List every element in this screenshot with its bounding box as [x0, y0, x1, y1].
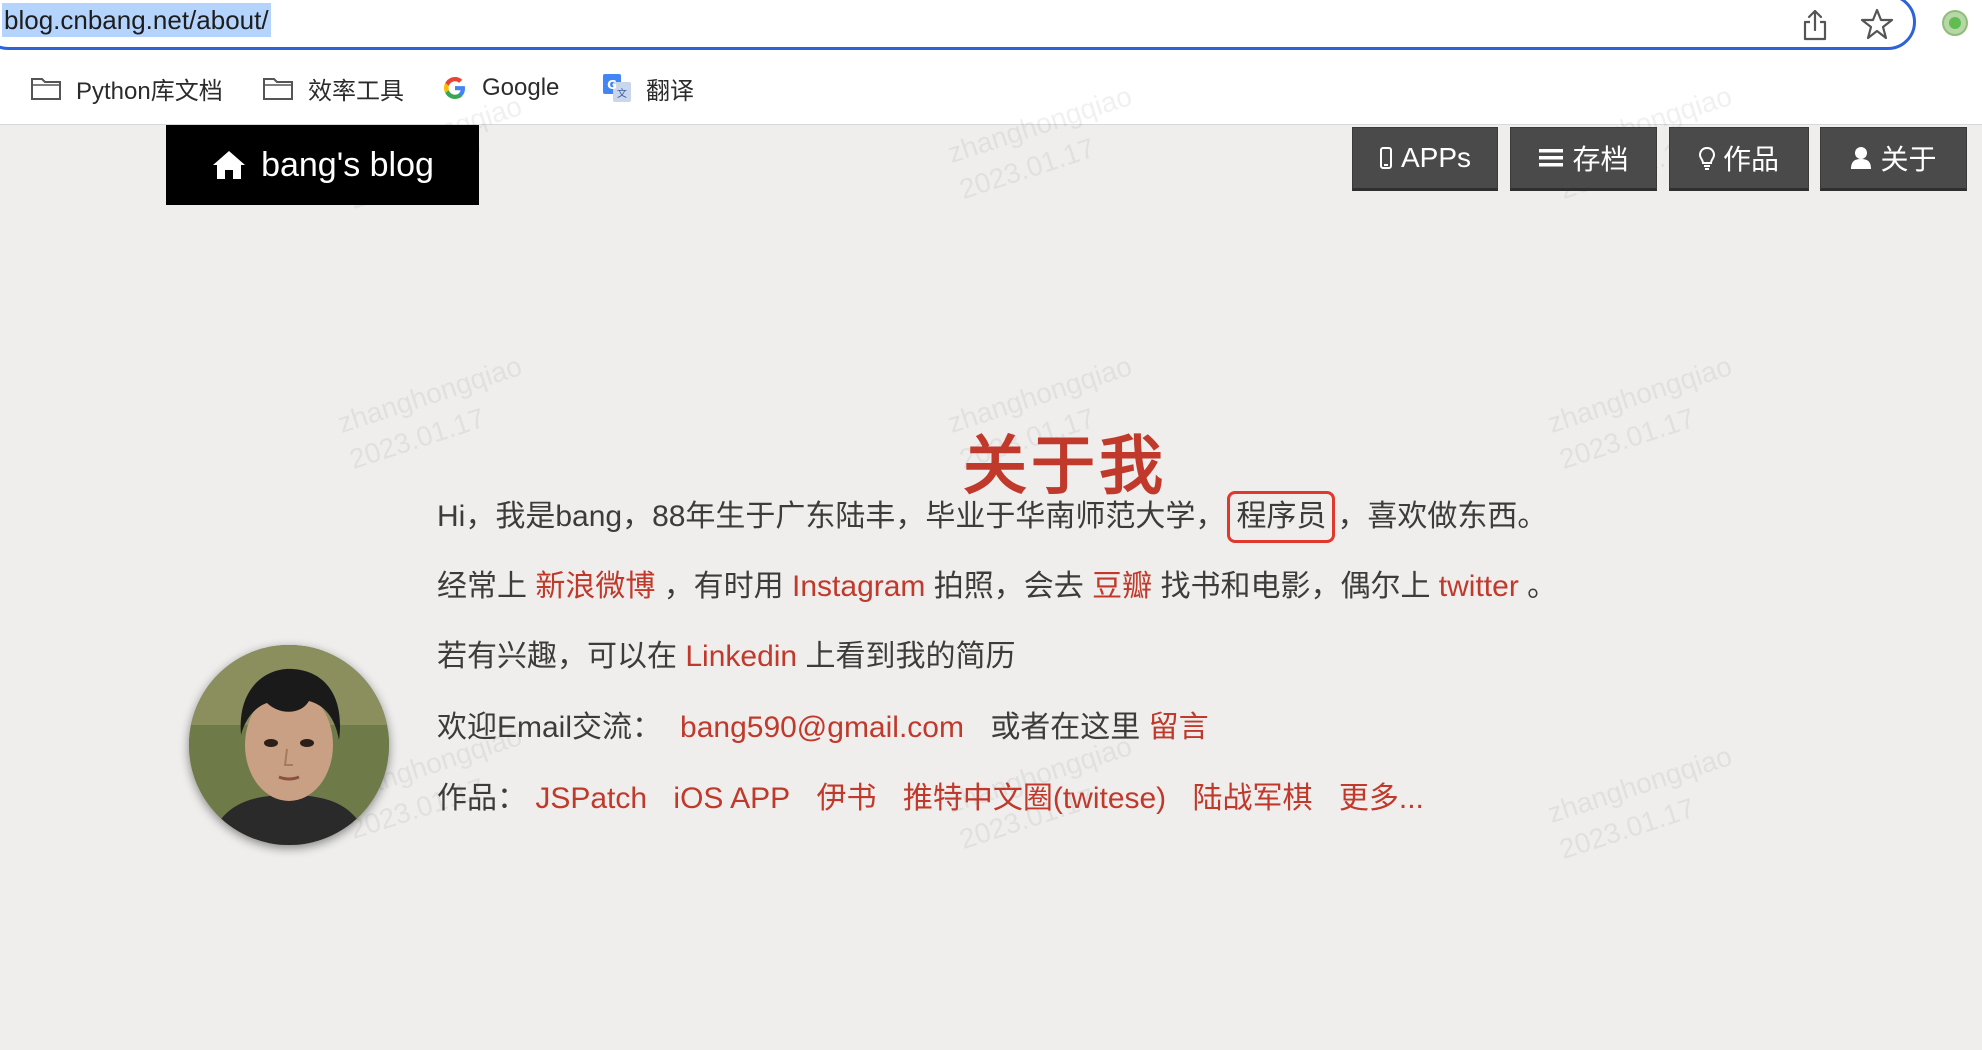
nav-works-label: 作品 — [1722, 144, 1779, 175]
work-link-jspatch[interactable]: JSPatch — [535, 782, 647, 815]
user-icon — [1851, 147, 1872, 169]
work-link-twitese[interactable]: 推特中文圈(twitese) — [903, 782, 1166, 815]
author-avatar — [189, 645, 389, 845]
bookmark-label: Python库文档 — [76, 77, 223, 105]
author-photo — [189, 645, 389, 845]
address-field[interactable]: blog.cnbang.net/about/ — [0, 0, 1916, 50]
page-title-row: 关于我 — [0, 415, 1982, 502]
email-paragraph: 欢迎Email交流： bang590@gmail.com 或者在这里 留言 — [437, 703, 1209, 753]
list-icon — [1539, 149, 1564, 167]
bookmarks-bar: Python库文档 效率工具 Google G 文 翻译 — [0, 52, 1982, 125]
nav-about-button[interactable]: 关于 — [1820, 127, 1967, 191]
linkedin-text: 若有兴趣，可以在 — [437, 640, 677, 673]
social-text: ，有时用 — [663, 570, 784, 603]
linkedin-link[interactable]: Linkedin — [685, 640, 797, 673]
nav-archive-button[interactable]: 存档 — [1510, 127, 1657, 191]
nav-apps-label: APPs — [1400, 142, 1472, 173]
instagram-link[interactable]: Instagram — [792, 570, 925, 603]
bookmark-star-icon[interactable] — [1860, 7, 1894, 41]
social-text: 找书和电影，偶尔上 — [1160, 570, 1431, 603]
intro-text: Hi，我是bang，88年生于广东陆丰，毕业于华南师范大学， — [437, 500, 1226, 533]
guestbook-link[interactable]: 留言 — [1149, 711, 1209, 744]
site-brand-link[interactable]: bang's blog — [166, 125, 479, 205]
social-paragraph: 经常上 新浪微博 ，有时用 Instagram 拍照，会去 豆瓣 找书和电影，偶… — [437, 562, 1557, 612]
highlighted-keyword: 程序员 — [1227, 491, 1336, 543]
social-text: 经常上 — [437, 570, 527, 603]
svg-text:文: 文 — [617, 87, 627, 100]
linkedin-text: 上看到我的简历 — [805, 640, 1016, 673]
bookmark-label: Google — [482, 74, 560, 101]
share-icon[interactable] — [1800, 8, 1830, 42]
folder-icon — [263, 78, 293, 100]
linkedin-paragraph: 若有兴趣，可以在 Linkedin 上看到我的简历 — [437, 632, 1015, 682]
bookmark-productivity-tools[interactable]: 效率工具 — [262, 72, 404, 105]
bookmark-translate[interactable]: G 文 翻译 — [602, 72, 694, 105]
weibo-link[interactable]: 新浪微博 — [535, 570, 655, 603]
extension-status-icon[interactable] — [1942, 10, 1968, 36]
works-label: 作品： — [437, 782, 527, 815]
email-text: 欢迎Email交流： — [437, 711, 663, 744]
google-icon — [444, 77, 465, 99]
intro-paragraph: Hi，我是bang，88年生于广东陆丰，毕业于华南师范大学， 程序员 ，喜欢做东西。 — [437, 491, 1548, 543]
social-text: 拍照，会去 — [933, 570, 1084, 603]
folder-icon — [31, 78, 61, 100]
lightbulb-icon — [1698, 146, 1715, 170]
bookmark-label: 效率工具 — [308, 77, 404, 105]
nav-apps-button[interactable]: APPs — [1352, 127, 1498, 191]
work-link-yishu[interactable]: 伊书 — [816, 782, 876, 815]
nav-about-label: 关于 — [1880, 144, 1937, 175]
social-text: 。 — [1527, 570, 1558, 603]
email-text: 或者在这里 — [990, 711, 1141, 744]
bookmark-python-docs[interactable]: Python库文档 — [30, 72, 223, 105]
email-link[interactable]: bang590@gmail.com — [680, 711, 964, 744]
works-paragraph: 作品： JSPatch iOS APP 伊书 推特中文圈(twitese) 陆战… — [437, 774, 1424, 824]
nav-archive-label: 存档 — [1572, 144, 1629, 175]
svg-text:G: G — [607, 78, 617, 92]
work-link-more[interactable]: 更多... — [1339, 782, 1424, 815]
blog-page: zhanghongqiao2023.01.17 zhanghongqiao202… — [0, 80, 1982, 1050]
site-brand-name: bang's blog — [261, 145, 434, 184]
url-text[interactable]: blog.cnbang.net/about/ — [2, 3, 271, 37]
translate-icon: G 文 — [603, 74, 631, 102]
work-link-junqi[interactable]: 陆战军棋 — [1193, 782, 1313, 815]
work-link-ios-app[interactable]: iOS APP — [673, 782, 790, 815]
mobile-icon — [1379, 147, 1392, 169]
douban-link[interactable]: 豆瓣 — [1092, 570, 1152, 603]
intro-text-end: ，喜欢做东西。 — [1337, 500, 1548, 533]
bookmark-label: 翻译 — [646, 77, 694, 105]
twitter-link[interactable]: twitter — [1439, 570, 1519, 603]
home-icon — [213, 151, 246, 179]
nav-works-button[interactable]: 作品 — [1669, 127, 1809, 191]
browser-url-bar: blog.cnbang.net/about/ — [0, 0, 1982, 52]
bookmark-google[interactable]: Google — [442, 72, 559, 104]
watermark: zhanghongqiao2023.01.17 — [1543, 740, 1736, 865]
